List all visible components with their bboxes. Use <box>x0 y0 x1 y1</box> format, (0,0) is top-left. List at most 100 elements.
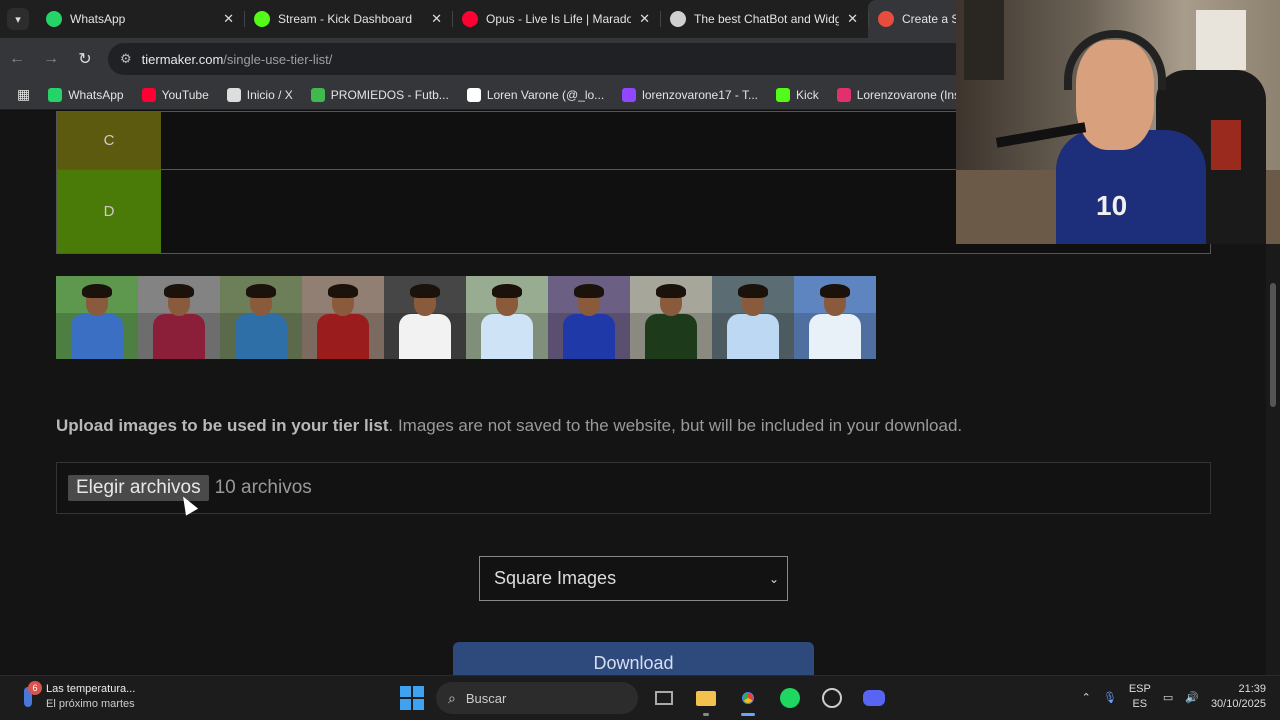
chevron-down-icon: ▾ <box>7 8 29 30</box>
chrome-icon[interactable] <box>732 682 764 716</box>
whatsapp-icon <box>46 11 62 27</box>
bookmark-label: Loren Varone (@_lo... <box>486 87 605 102</box>
tier-item-image[interactable] <box>794 276 876 359</box>
forward-button[interactable]: → <box>34 42 68 76</box>
botrix-icon <box>670 11 686 27</box>
taskbar-search[interactable]: ⌕ Buscar <box>436 682 638 714</box>
clock-date: 30/10/2025 <box>1210 698 1266 710</box>
tier-item-image[interactable] <box>56 276 138 359</box>
site-info-icon[interactable]: ⚙ <box>120 51 132 67</box>
tier-label[interactable]: C <box>57 112 161 169</box>
tier-item-image[interactable] <box>138 276 220 359</box>
reload-button[interactable]: ↻ <box>68 42 102 76</box>
bookmark-item[interactable]: YouTube <box>135 85 216 105</box>
browser-tab[interactable]: Stream - Kick Dashboard ✕ <box>244 0 452 38</box>
bookmark-item[interactable]: Inicio / X <box>220 85 300 105</box>
taskbar-apps: ⌕ Buscar <box>398 682 890 716</box>
tier-item-image[interactable] <box>302 276 384 359</box>
bookmark-favicon-icon <box>776 87 791 102</box>
chevron-up-icon[interactable]: ⌃ <box>1082 691 1091 704</box>
browser-tab[interactable]: WhatsApp ✕ <box>36 0 244 38</box>
close-icon[interactable]: ✕ <box>431 11 442 27</box>
bookmark-label: Kick <box>796 87 819 102</box>
file-upload-field: Elegir archivos 10 archivos <box>56 462 1211 514</box>
obs-icon[interactable] <box>816 682 848 714</box>
close-icon[interactable]: ✕ <box>847 11 858 27</box>
search-placeholder: Buscar <box>465 690 507 706</box>
tier-item-image[interactable] <box>384 276 466 359</box>
weather-subtitle: El próximo martes <box>46 698 135 710</box>
weather-widget[interactable]: 6 Las temperatura... El próximo martes <box>18 681 136 712</box>
tier-item-image[interactable] <box>466 276 548 359</box>
tab-search-button[interactable]: ▾ <box>0 0 36 38</box>
tier-item-image[interactable] <box>712 276 794 359</box>
close-icon[interactable]: ✕ <box>639 11 650 27</box>
bookmark-label: Inicio / X <box>246 87 293 102</box>
file-count: 10 archivos <box>214 477 312 498</box>
network-icon[interactable]: ▭ <box>1163 691 1173 704</box>
upload-instructions: Upload images to be used in your tier li… <box>56 416 962 436</box>
keyboard-layout: ES <box>1132 698 1148 710</box>
download-button[interactable]: Download <box>453 642 814 675</box>
apps-icon[interactable]: ▦ <box>10 83 37 106</box>
bookmark-item[interactable]: WhatsApp <box>41 85 130 105</box>
volume-icon[interactable]: 🔊 <box>1185 691 1199 704</box>
webcam-overlay: 10 <box>956 0 1280 244</box>
windows-start-icon[interactable] <box>398 683 426 713</box>
close-icon[interactable]: ✕ <box>223 11 234 27</box>
tab-title: Opus - Live Is Life | Marador <box>486 12 632 26</box>
image-shape-select[interactable]: Square Images ⌄ <box>479 556 788 601</box>
bookmark-favicon-icon <box>622 87 637 102</box>
upload-instructions-bold: Upload images to be used in your tier li… <box>56 416 389 435</box>
tiermaker-icon <box>878 11 894 27</box>
bookmark-label: lorenzovarone17 - T... <box>642 87 759 102</box>
tab-title: Stream - Kick Dashboard <box>278 12 413 26</box>
image-shape-value: Square Images <box>494 568 617 588</box>
tier-item-image[interactable] <box>548 276 630 359</box>
system-tray: ⌃ 🎙 ESP ES ▭ 🔊 21:39 30/10/2025 <box>1082 682 1266 712</box>
tier-item-image[interactable] <box>220 276 302 359</box>
bookmark-item[interactable]: PROMIEDOS - Futb... <box>304 85 456 105</box>
tier-item-image[interactable] <box>630 276 712 359</box>
kick-icon <box>254 11 270 27</box>
bookmark-favicon-icon <box>48 87 63 102</box>
windows-taskbar: 6 Las temperatura... El próximo martes ⌕… <box>0 675 1280 720</box>
youtube-icon <box>462 11 478 27</box>
tab-title: WhatsApp <box>70 12 126 26</box>
spotify-icon[interactable] <box>774 682 806 714</box>
thermometer-icon: 6 <box>18 681 42 711</box>
language-code: ESP <box>1128 683 1151 695</box>
bookmark-item[interactable]: Loren Varone (@_lo... <box>460 85 611 105</box>
search-icon: ⌕ <box>448 689 456 706</box>
url-path: /single-use-tier-list/ <box>223 51 333 67</box>
bookmark-favicon-icon <box>226 87 241 102</box>
scrollbar-thumb[interactable] <box>1270 283 1276 407</box>
microphone-icon[interactable]: 🎙 <box>1103 691 1117 704</box>
tab-title: The best ChatBot and Widge <box>694 12 840 26</box>
clock-time: 21:39 <box>1238 683 1266 695</box>
address-bar[interactable]: ⚙ tiermaker.com/single-use-tier-list/ <box>108 43 1008 75</box>
clock[interactable]: 21:39 30/10/2025 <box>1211 682 1266 712</box>
bookmark-label: PROMIEDOS - Futb... <box>330 87 449 102</box>
bookmark-favicon-icon <box>836 87 851 102</box>
browser-tab[interactable]: The best ChatBot and Widge ✕ <box>660 0 868 38</box>
image-pool <box>56 276 876 359</box>
file-explorer-icon[interactable] <box>690 682 722 716</box>
discord-icon[interactable] <box>858 682 890 714</box>
task-view-icon[interactable] <box>648 682 680 714</box>
download-label: Download <box>593 653 674 673</box>
chevron-down-icon: ⌄ <box>768 571 779 586</box>
back-button[interactable]: ← <box>0 42 34 76</box>
tier-label[interactable]: D <box>57 170 161 253</box>
bookmark-favicon-icon <box>466 87 481 102</box>
bookmark-favicon-icon <box>141 87 156 102</box>
wall-poster <box>964 0 1004 80</box>
bookmark-item[interactable]: lorenzovarone17 - T... <box>615 85 765 105</box>
language-indicator[interactable]: ESP ES <box>1129 682 1151 712</box>
upload-instructions-rest: . Images are not saved to the website, b… <box>388 416 963 435</box>
weather-title: Las temperatura... <box>46 683 136 695</box>
bookmark-favicon-icon <box>310 87 325 102</box>
bookmark-item[interactable]: Kick <box>769 85 826 105</box>
framed-jersey <box>1196 10 1246 70</box>
browser-tab[interactable]: Opus - Live Is Life | Marador ✕ <box>452 0 660 38</box>
